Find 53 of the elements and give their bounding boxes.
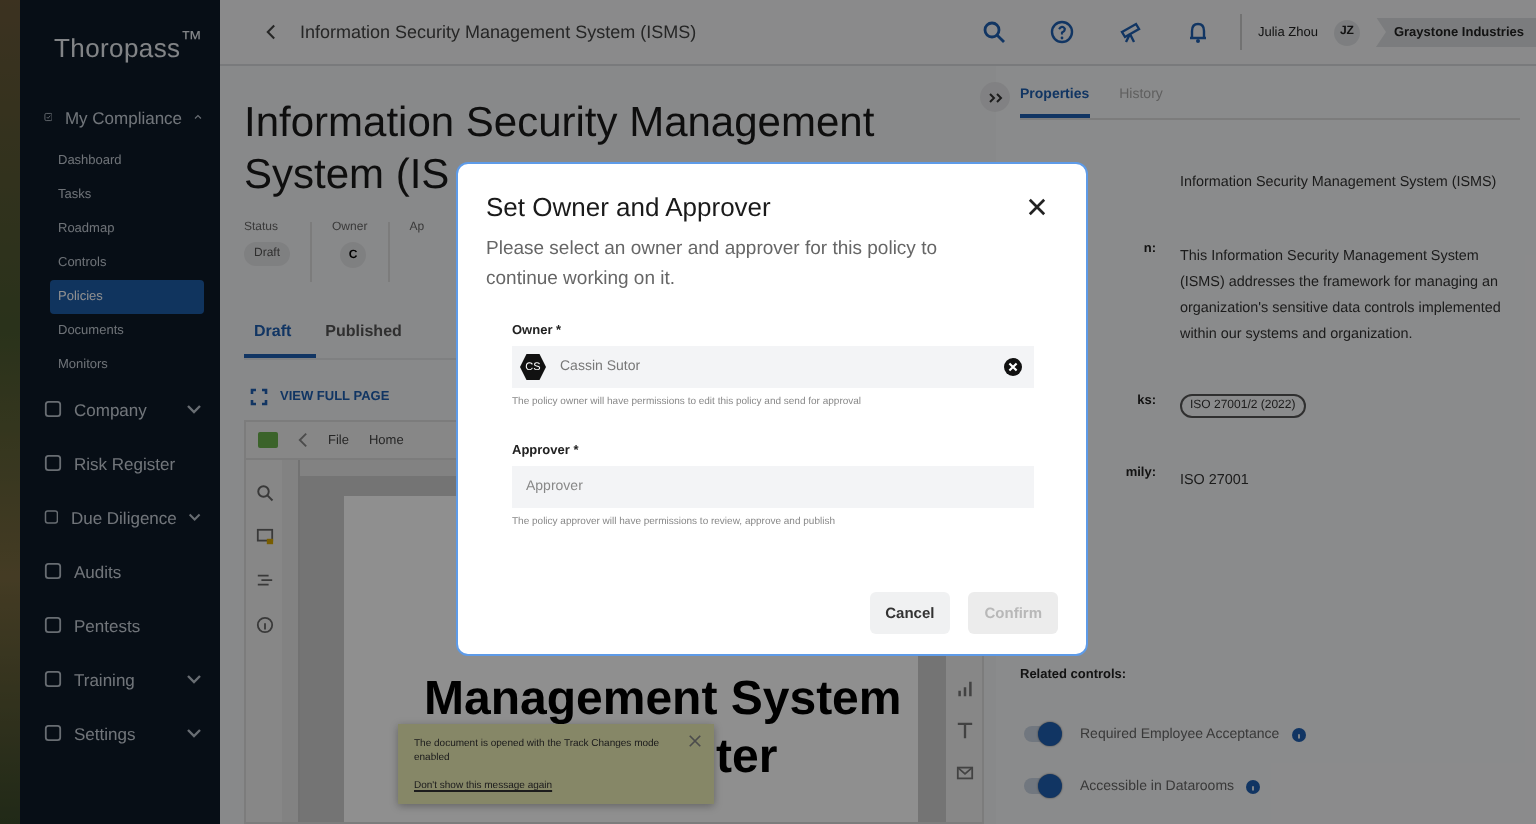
chevron-icon <box>186 404 202 415</box>
search-icon[interactable] <box>255 484 273 502</box>
toggle-switch[interactable] <box>1024 726 1060 742</box>
nav-label: Company <box>74 399 149 420</box>
nav-label: Training <box>74 669 137 690</box>
back-icon[interactable] <box>298 432 308 448</box>
nav-label: My Compliance <box>64 107 183 128</box>
chevron-icon <box>186 728 202 739</box>
logo: Thoropass$^{™}$ <box>52 28 205 63</box>
nav-item[interactable]: Risk Register <box>20 436 220 491</box>
chevron-icon <box>186 674 202 685</box>
document-heading: Management System <box>424 672 904 726</box>
nav-item[interactable]: Company <box>20 382 220 437</box>
nav-label: Due Diligence <box>70 507 177 528</box>
document-heading: ter <box>716 730 778 784</box>
nav-label: Risk Register <box>74 453 178 474</box>
nav-item[interactable]: Pentests <box>20 598 220 653</box>
breadcrumb[interactable]: Information Security Management System (ISMS) <box>300 22 697 42</box>
page-title: Information Security Management System (IS <box>244 98 877 198</box>
nav-item[interactable]: My Compliance <box>20 90 220 145</box>
telescope-icon[interactable] <box>1117 20 1142 44</box>
help-icon[interactable] <box>1049 20 1074 44</box>
nav-item[interactable]: Audits <box>20 544 220 599</box>
nav-item[interactable]: Due Diligence <box>20 490 220 545</box>
chart-icon[interactable] <box>955 680 973 698</box>
close-icon[interactable] <box>1028 198 1046 216</box>
comment-icon[interactable] <box>255 528 273 546</box>
tab[interactable]: Published <box>315 314 426 358</box>
checklist-icon <box>44 108 53 127</box>
nav-label: Audits <box>74 561 124 582</box>
editor-logo-icon <box>258 432 278 448</box>
info-icon[interactable] <box>1246 779 1261 793</box>
text-icon[interactable] <box>955 722 973 740</box>
chevron-icon <box>188 512 202 523</box>
clear-icon[interactable] <box>1004 358 1022 376</box>
double-chevron-icon <box>987 91 1003 103</box>
info-icon[interactable] <box>255 616 273 634</box>
back-icon[interactable] <box>266 24 276 40</box>
toggle-switch[interactable] <box>1024 778 1060 794</box>
expand-icon[interactable] <box>250 388 268 406</box>
bell-icon[interactable] <box>1185 20 1210 44</box>
mail-icon[interactable] <box>955 764 973 782</box>
nav-item[interactable]: Settings <box>20 706 220 761</box>
dialog-description: Please select an owner and approver for this policy to continue working on it. <box>486 236 939 294</box>
nav-label: Pentests <box>74 615 143 636</box>
nav-label: Settings <box>74 723 138 744</box>
tab[interactable]: Draft <box>244 314 316 358</box>
info-icon[interactable] <box>1291 727 1306 741</box>
nav-item[interactable]: Training <box>20 652 220 707</box>
align-icon[interactable] <box>255 572 273 590</box>
dialog-title: Set Owner and Approver <box>486 192 771 222</box>
collapse-button[interactable] <box>980 82 1010 112</box>
search-icon[interactable] <box>981 20 1006 44</box>
